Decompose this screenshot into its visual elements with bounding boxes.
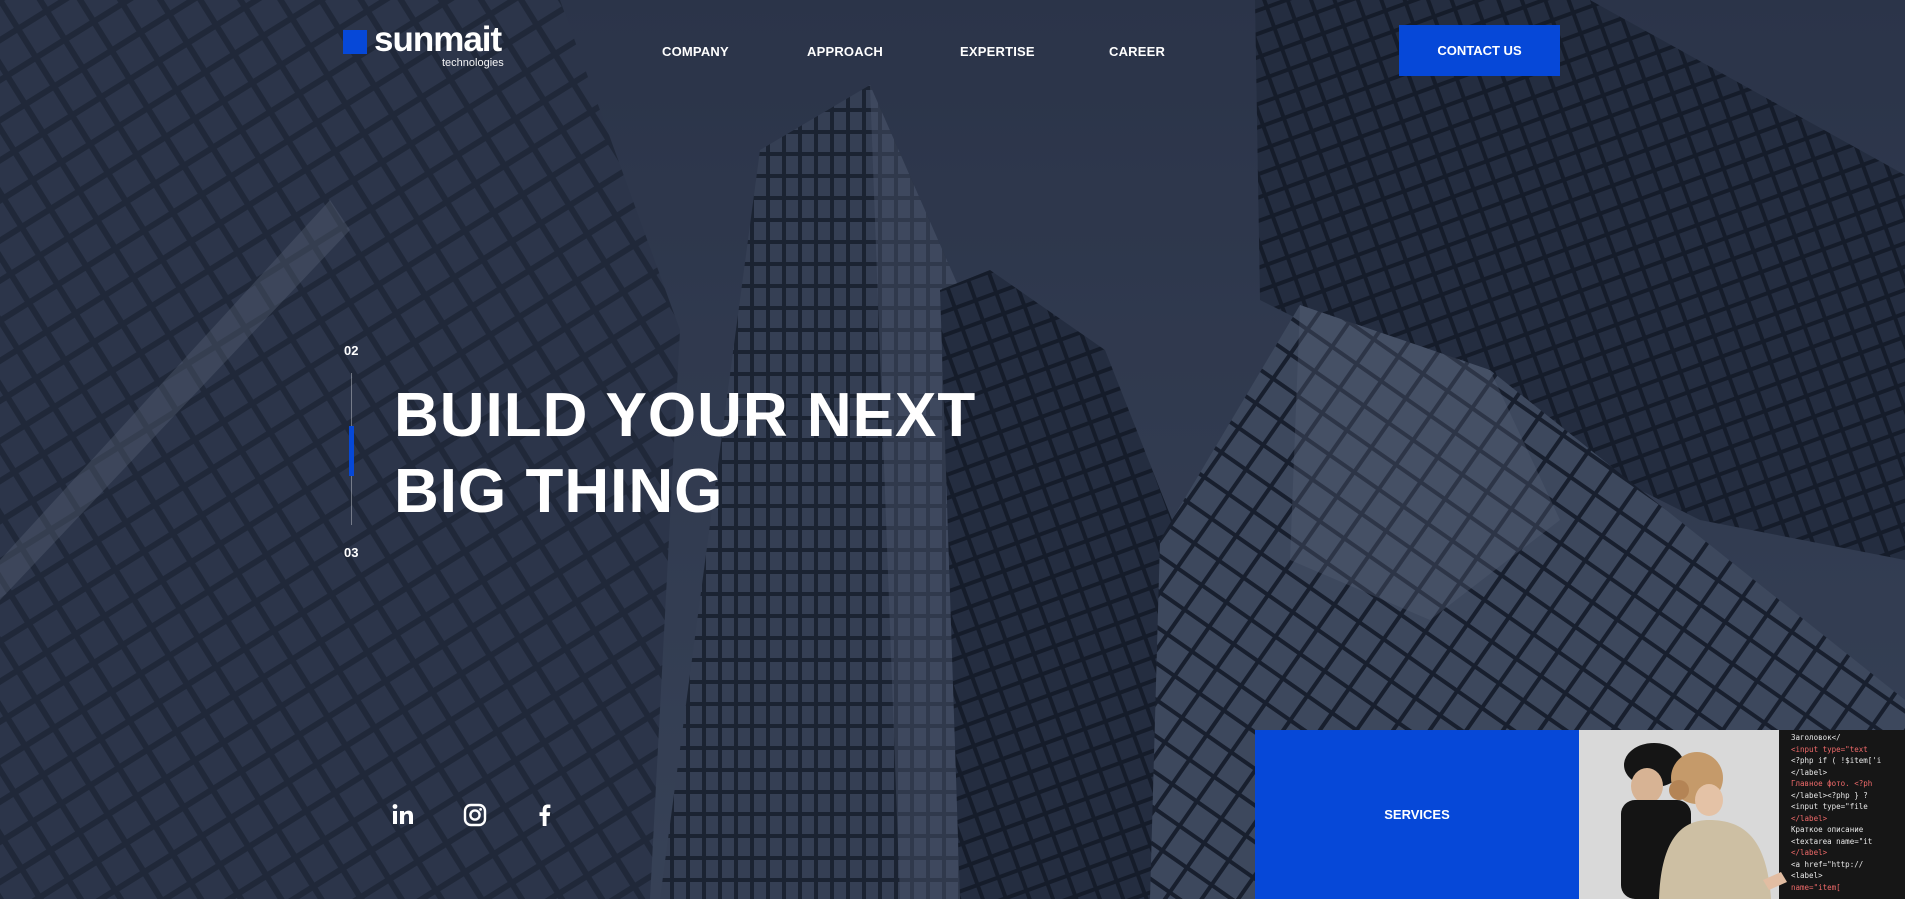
slide-progress-active (349, 426, 354, 476)
code-line: <label> (1791, 871, 1823, 880)
hero-headline-line-2: BIG THING (394, 457, 724, 526)
hero-headline: BUILD YOUR NEXT BIG THING (394, 378, 976, 530)
code-line: Краткое описание (1791, 825, 1864, 834)
slide-current-number: 02 (344, 343, 359, 358)
services-team-photo[interactable]: Заголовок</ <input type="text <?php if ( !… (1579, 730, 1905, 899)
code-line: </label> (1791, 848, 1828, 857)
logo-wordmark: sunmait (374, 20, 502, 59)
contact-us-button[interactable]: CONTACT US (1399, 25, 1560, 76)
code-line: <input type="file (1791, 802, 1868, 811)
code-line: Главное фото. <?ph (1791, 779, 1873, 788)
logo-square-mark (343, 30, 367, 54)
services-button[interactable]: SERVICES (1255, 730, 1579, 899)
code-line: <input type="text (1791, 744, 1868, 754)
code-line: <a href="http:// (1791, 859, 1864, 869)
nav-expertise[interactable]: EXPERTISE (960, 44, 1035, 59)
logo[interactable]: sunmait technologies (343, 20, 513, 72)
instagram-icon[interactable] (462, 802, 488, 828)
nav-company[interactable]: COMPANY (662, 44, 729, 59)
code-line: </label> (1791, 767, 1828, 777)
code-line: <textarea name="it (1791, 836, 1873, 846)
code-on-screen: Заголовок</ <input type="text <?php if ( !… (1791, 732, 1905, 893)
code-line: </label> (1791, 813, 1828, 823)
code-line: name="item[ (1791, 882, 1841, 892)
slide-next-number[interactable]: 03 (344, 545, 358, 560)
facebook-icon[interactable] (532, 802, 558, 828)
nav-approach[interactable]: APPROACH (807, 44, 883, 59)
code-line: <?php if ( !$item['i (1791, 756, 1882, 765)
nav-career[interactable]: CAREER (1109, 44, 1165, 59)
code-line: </label><?php } ? (1791, 790, 1868, 800)
code-line: Заголовок</ (1791, 733, 1841, 742)
logo-tagline: technologies (442, 57, 504, 69)
hero-headline-line-1: BUILD YOUR NEXT (394, 381, 977, 450)
linkedin-icon[interactable] (391, 802, 417, 828)
